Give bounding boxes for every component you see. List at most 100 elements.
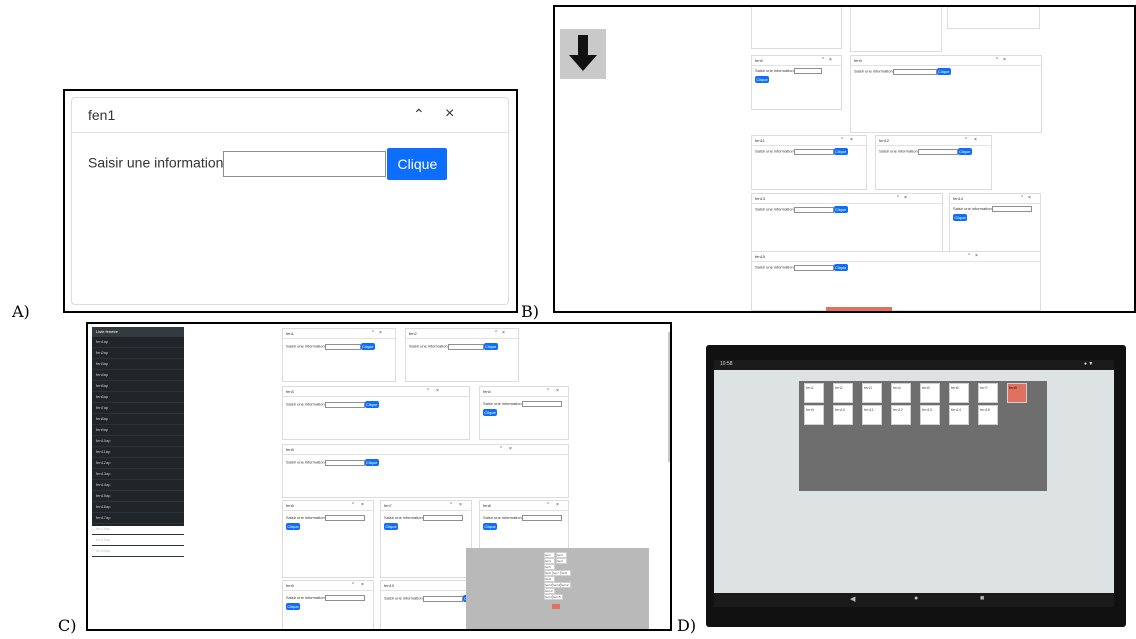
chevron-up-icon[interactable]: ⌃ <box>821 57 825 63</box>
clique-button[interactable]: Clique <box>384 523 398 530</box>
information-input[interactable] <box>324 401 365 408</box>
information-input[interactable] <box>793 206 834 213</box>
clique-button[interactable]: Clique <box>483 409 497 416</box>
information-input[interactable] <box>324 343 361 350</box>
information-input[interactable] <box>793 148 834 155</box>
close-icon[interactable]: × <box>974 137 977 143</box>
sidebar-item[interactable]: fen3ap <box>92 359 184 370</box>
tablet-window-tile[interactable]: fen15 <box>978 405 998 425</box>
chevron-up-icon[interactable]: ⌃ <box>449 502 453 508</box>
sidebar-item[interactable]: fen16ap <box>92 502 184 513</box>
information-input[interactable] <box>422 515 463 521</box>
scrollbar[interactable] <box>668 332 670 462</box>
information-input[interactable] <box>324 515 365 521</box>
minimap-tile[interactable]: fen4 <box>556 558 567 564</box>
information-input[interactable] <box>422 595 463 602</box>
close-icon[interactable]: × <box>361 582 364 588</box>
information-input[interactable] <box>917 148 958 155</box>
close-icon[interactable]: × <box>379 330 382 336</box>
tablet-window-tile[interactable]: fen8 <box>1007 383 1027 403</box>
sidebar-item[interactable]: fen8ap <box>92 414 184 425</box>
information-input[interactable] <box>892 68 937 75</box>
information-input[interactable] <box>793 264 834 271</box>
chevron-up-icon[interactable]: ⌃ <box>351 582 355 588</box>
close-icon[interactable]: × <box>459 502 462 508</box>
tablet-window-tile[interactable]: fen6 <box>949 383 969 403</box>
minimap-tile[interactable]: fen8 <box>560 570 571 576</box>
home-icon[interactable]: ● <box>914 595 918 602</box>
clique-button[interactable]: Clique <box>957 148 972 155</box>
close-icon[interactable]: × <box>850 137 853 143</box>
chevron-up-icon[interactable]: ⌃ <box>494 330 498 336</box>
sidebar-item[interactable]: fen9ap <box>92 425 184 436</box>
sidebar-item[interactable]: fen6ap <box>92 392 184 403</box>
sidebar-item[interactable]: fen13ap <box>92 469 184 480</box>
tablet-window-tile[interactable]: fen5 <box>920 383 940 403</box>
tablet-window-tile[interactable]: fen9 <box>804 405 824 425</box>
tablet-window-tile[interactable]: fen14 <box>949 405 969 425</box>
tablet-window-tile[interactable]: fen10 <box>833 405 853 425</box>
back-icon[interactable]: ◀ <box>850 595 855 603</box>
sidebar-item[interactable]: fen2ap <box>92 348 184 359</box>
clique-button[interactable]: Clique <box>364 401 379 408</box>
minimap-tile[interactable]: fen15 <box>552 594 563 600</box>
close-icon[interactable]: × <box>509 446 512 452</box>
information-input[interactable] <box>223 151 387 177</box>
information-input[interactable] <box>991 206 1032 212</box>
information-input[interactable] <box>324 459 365 466</box>
chevron-up-icon[interactable]: ⌃ <box>426 388 430 394</box>
clique-button[interactable]: Clique <box>833 206 848 213</box>
clique-button[interactable]: Clique <box>286 523 300 530</box>
close-icon[interactable]: × <box>975 253 978 259</box>
information-input[interactable] <box>324 595 365 601</box>
sidebar-item[interactable]: fen10ap <box>92 436 184 447</box>
clique-button[interactable]: Clique <box>360 343 375 350</box>
close-icon[interactable]: × <box>829 57 832 63</box>
sidebar-item[interactable]: fen7ap <box>92 403 184 414</box>
sidebar-item[interactable]: fen11ap <box>92 447 184 458</box>
chevron-up-icon[interactable]: ⌃ <box>964 137 968 143</box>
clique-button[interactable]: Clique <box>286 603 300 610</box>
tablet-window-tile[interactable]: fen13 <box>920 405 940 425</box>
sidebar-item[interactable]: fen17ap <box>92 513 184 524</box>
sidebar-item[interactable]: fen18ap <box>92 524 184 535</box>
chevron-up-icon[interactable]: ⌃ <box>1020 195 1024 201</box>
close-icon[interactable]: × <box>1028 195 1031 201</box>
window-header[interactable]: fen1 ⌃ × <box>72 98 508 133</box>
tablet-window-tile[interactable]: fen12 <box>891 405 911 425</box>
information-input[interactable] <box>447 343 484 350</box>
close-icon[interactable]: × <box>556 502 559 508</box>
clique-button[interactable]: Clique <box>364 459 379 466</box>
clique-button[interactable]: Clique <box>833 264 848 271</box>
clique-button[interactable]: Clique <box>483 523 497 530</box>
chevron-up-icon[interactable]: ⌃ <box>896 195 900 201</box>
clique-button[interactable]: Clique <box>387 148 448 180</box>
chevron-up-icon[interactable]: ⌃ <box>499 446 503 452</box>
close-icon[interactable]: × <box>502 330 505 336</box>
sidebar-item[interactable]: fen20ap <box>92 546 184 557</box>
tablet-window-tile[interactable]: fen4 <box>891 383 911 403</box>
clique-button[interactable]: Clique <box>833 148 848 155</box>
tablet-window-tile[interactable]: fen2 <box>833 383 853 403</box>
sidebar-item[interactable]: fen19ap <box>92 535 184 546</box>
chevron-up-icon[interactable]: ⌃ <box>546 502 550 508</box>
sidebar-item[interactable]: fen15ap <box>92 491 184 502</box>
chevron-up-icon[interactable]: ⌃ <box>967 253 971 259</box>
chevron-up-icon[interactable]: ⌃ <box>351 502 355 508</box>
close-icon[interactable]: × <box>556 388 559 394</box>
tablet-window-tile[interactable]: fen1 <box>804 383 824 403</box>
tablet-window-tile[interactable]: fen7 <box>978 383 998 403</box>
sidebar-item[interactable]: fen12ap <box>92 458 184 469</box>
chevron-up-icon[interactable]: ⌃ <box>546 388 550 394</box>
clique-button[interactable]: Clique <box>483 343 498 350</box>
close-icon[interactable]: × <box>436 388 439 394</box>
close-icon[interactable]: × <box>445 105 454 123</box>
sidebar-item[interactable]: fen4ap <box>92 370 184 381</box>
sidebar-item[interactable]: fen5ap <box>92 381 184 392</box>
minimap-tile[interactable]: fen12 <box>560 582 571 588</box>
information-input[interactable] <box>793 68 822 74</box>
chevron-up-icon[interactable]: ⌃ <box>840 137 844 143</box>
clique-button[interactable]: Clique <box>936 68 951 75</box>
clique-button[interactable]: Clique <box>755 76 769 83</box>
tablet-window-tile[interactable]: fen3 <box>862 383 882 403</box>
